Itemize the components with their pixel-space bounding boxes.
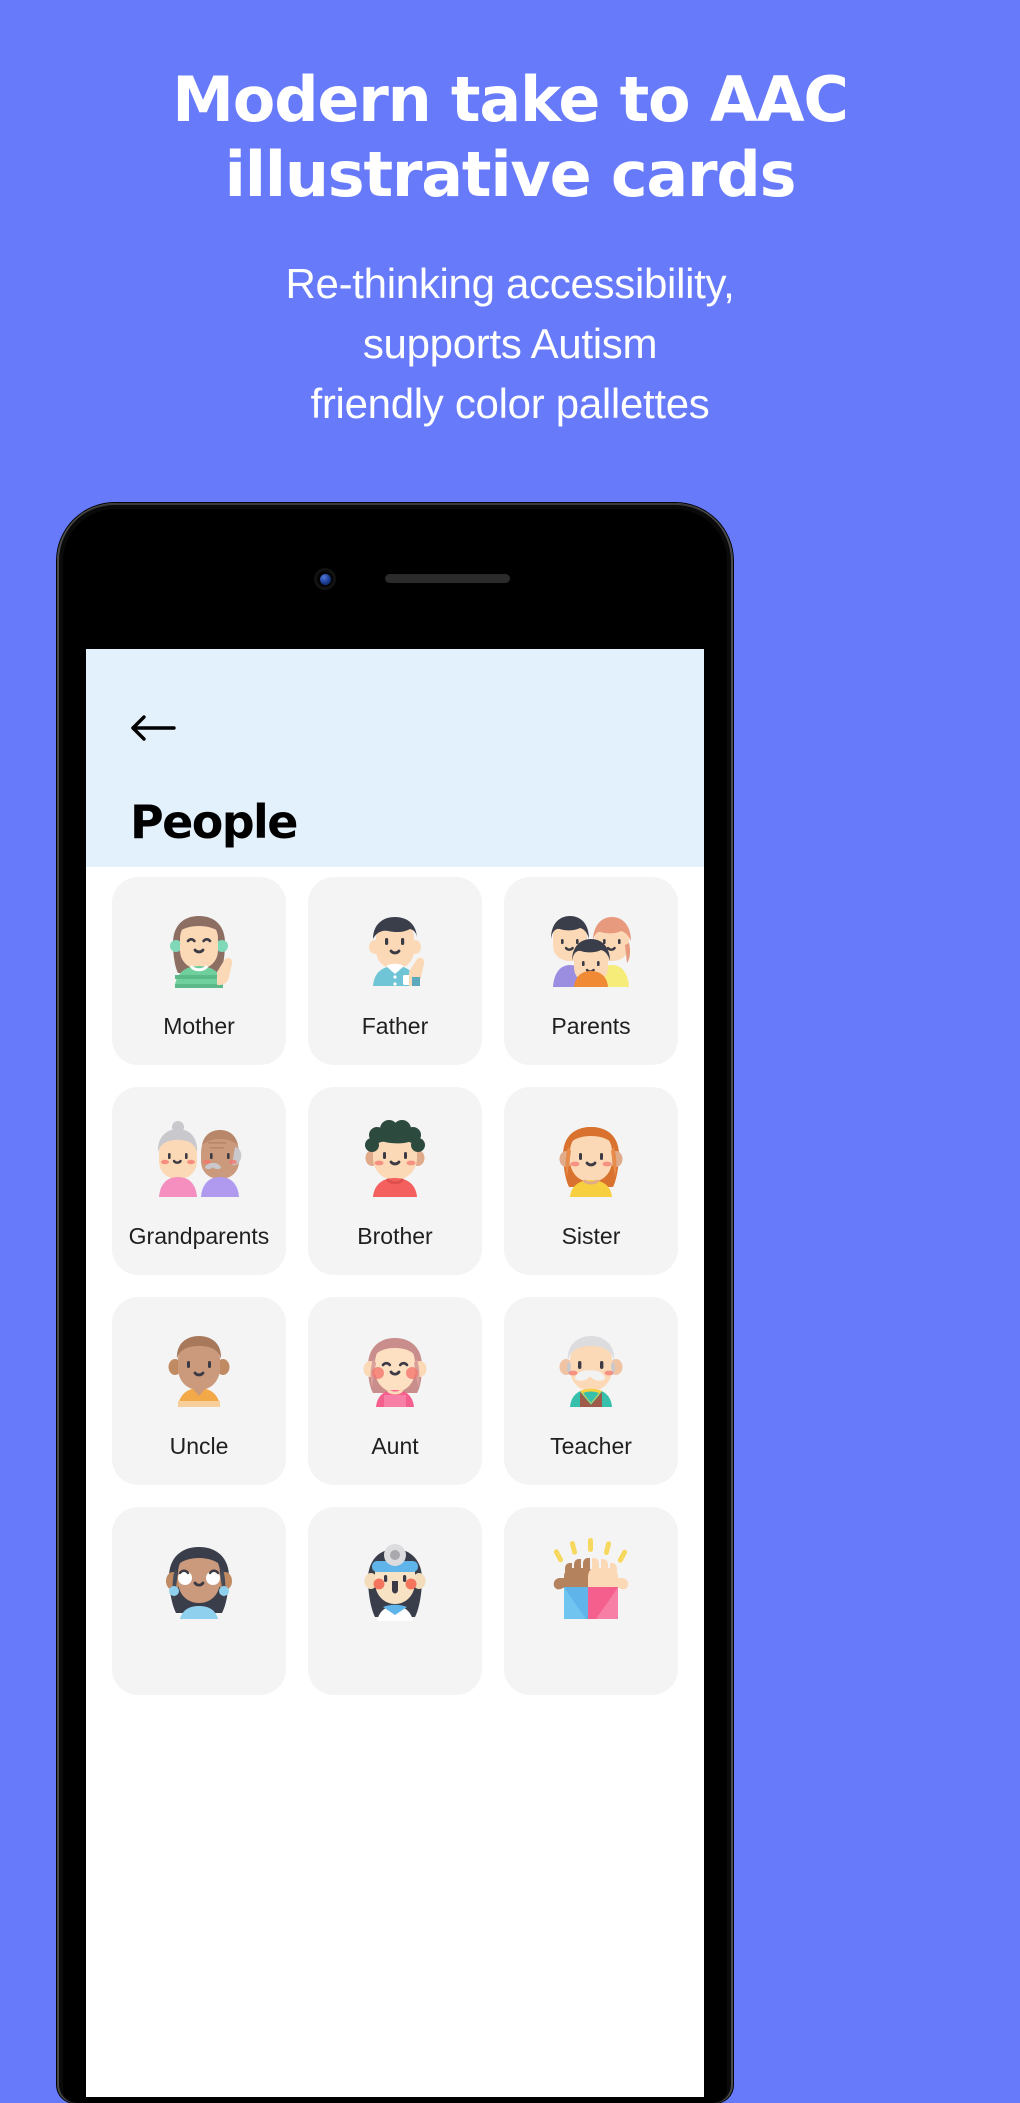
woman-waving-green-top-icon (143, 895, 255, 1007)
high-five-hands-icon (535, 1525, 647, 1637)
page-headline: Modern take to AAC illustrative cards (0, 62, 1020, 212)
phone-mockup: People Mother Father Parents Grandparent… (57, 503, 733, 2103)
subheadline-line-1: Re-thinking accessibility, (285, 260, 735, 307)
man-orange-shirt-icon (143, 1315, 255, 1427)
family-three-people-icon (535, 895, 647, 1007)
doctor-head-mirror-icon (339, 1525, 451, 1637)
card-parents[interactable]: Parents (504, 877, 678, 1065)
cards-sheet: Mother Father Parents Grandparents Broth… (86, 857, 704, 2097)
card-partial-high-five[interactable] (504, 1507, 678, 1695)
card-label: Parents (551, 1013, 631, 1039)
card-label: Sister (561, 1223, 621, 1249)
card-label: Grandparents (128, 1223, 270, 1249)
headline-line-2: illustrative cards (224, 138, 797, 211)
phone-frame: People Mother Father Parents Grandparent… (57, 503, 733, 2103)
card-label: Teacher (550, 1433, 632, 1459)
card-brother[interactable]: Brother (308, 1087, 482, 1275)
front-camera-icon (314, 568, 336, 590)
card-label: Mother (163, 1013, 235, 1039)
boy-curly-hair-red-shirt-icon (339, 1105, 451, 1217)
elderly-couple-icon (143, 1105, 255, 1217)
card-label: Father (361, 1013, 429, 1039)
card-label: Aunt (371, 1433, 419, 1459)
subheadline-line-2: supports Autism (362, 320, 658, 367)
card-partial-woman[interactable] (112, 1507, 286, 1695)
earpiece-speaker-icon (385, 574, 510, 583)
girl-ginger-hair-yellow-top-icon (535, 1105, 647, 1217)
card-label: Uncle (169, 1433, 229, 1459)
card-sister[interactable]: Sister (504, 1087, 678, 1275)
card-mother[interactable]: Mother (112, 877, 286, 1065)
card-aunt[interactable]: Aunt (308, 1297, 482, 1485)
page-subheadline: Re-thinking accessibility, supports Auti… (0, 254, 1020, 434)
subheadline-line-3: friendly color pallettes (310, 380, 710, 427)
woman-dark-curly-hair-icon (143, 1525, 255, 1637)
card-uncle[interactable]: Uncle (112, 1297, 286, 1485)
card-grandparents[interactable]: Grandparents (112, 1087, 286, 1275)
people-card-grid: Mother Father Parents Grandparents Broth… (112, 877, 678, 1695)
card-father[interactable]: Father (308, 877, 482, 1065)
man-waving-blue-shirt-icon (339, 895, 451, 1007)
headline-line-1: Modern take to AAC (172, 63, 849, 136)
hero-section: Modern take to AAC illustrative cards Re… (0, 0, 1020, 434)
woman-pink-dress-icon (339, 1315, 451, 1427)
card-partial-doctor[interactable] (308, 1507, 482, 1695)
card-teacher[interactable]: Teacher (504, 1297, 678, 1485)
back-arrow-icon[interactable] (130, 711, 178, 745)
phone-screen: People Mother Father Parents Grandparent… (86, 649, 704, 2097)
elderly-man-vest-icon (535, 1315, 647, 1427)
page-title: People (130, 795, 298, 849)
card-label: Brother (357, 1223, 433, 1249)
app-header: People (86, 649, 704, 867)
